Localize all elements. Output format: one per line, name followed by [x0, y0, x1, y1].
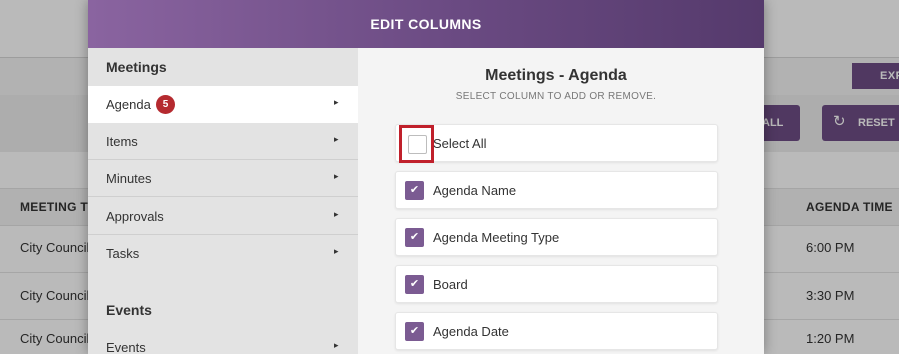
column-selector-panel: Meetings - Agenda SELECT COLUMN TO ADD O…: [358, 48, 764, 354]
sidebar-item-events[interactable]: Events ▸: [88, 329, 358, 354]
sidebar-item-agenda[interactable]: Agenda 5 ▸: [88, 86, 358, 123]
chevron-right-icon: ▸: [334, 246, 339, 256]
sidebar-item-label: Approvals: [106, 209, 164, 224]
column-option-board[interactable]: ✔ Board: [395, 265, 718, 303]
sidebar-item-label: Agenda: [106, 97, 151, 112]
column-option-agenda-name[interactable]: ✔ Agenda Name: [395, 171, 718, 209]
option-label: Agenda Date: [433, 324, 509, 339]
chevron-right-icon: ▸: [334, 134, 339, 144]
panel-subtitle: SELECT COLUMN TO ADD OR REMOVE.: [455, 91, 657, 102]
sidebar-item-tasks[interactable]: Tasks ▸: [88, 235, 358, 272]
option-label: Agenda Meeting Type: [433, 230, 560, 245]
sidebar-item-label: Minutes: [106, 171, 152, 186]
option-label: Select All: [433, 136, 487, 151]
checkbox-checked-icon[interactable]: ✔: [405, 322, 424, 341]
chevron-right-icon: ▸: [334, 340, 339, 350]
checkbox-checked-icon[interactable]: ✔: [405, 181, 424, 200]
sidebar-item-items[interactable]: Items ▸: [88, 123, 358, 160]
sidebar-item-approvals[interactable]: Approvals ▸: [88, 198, 358, 235]
chevron-right-icon: ▸: [334, 97, 339, 107]
highlight-frame: [399, 125, 434, 163]
modal-title: EDIT COLUMNS: [370, 16, 482, 32]
select-all-checkbox[interactable]: [408, 135, 427, 154]
category-sidebar: Meetings Agenda 5 ▸ Items ▸ Minutes ▸ Ap…: [88, 48, 358, 354]
sidebar-item-label: Tasks: [106, 246, 140, 261]
option-label: Board: [433, 277, 468, 292]
chevron-right-icon: ▸: [334, 209, 339, 219]
section-heading-events: Events: [106, 302, 152, 318]
select-all-option[interactable]: Select All: [395, 124, 718, 163]
modal-header: EDIT COLUMNS: [88, 0, 764, 48]
option-label: Agenda Name: [433, 183, 517, 198]
panel-title: Meetings - Agenda: [485, 67, 627, 84]
sidebar-item-label: Items: [106, 134, 138, 149]
column-option-agenda-meeting-type[interactable]: ✔ Agenda Meeting Type: [395, 218, 718, 256]
count-badge: 5: [156, 95, 175, 114]
sidebar-item-minutes[interactable]: Minutes ▸: [88, 160, 358, 197]
checkbox-checked-icon[interactable]: ✔: [405, 275, 424, 294]
chevron-right-icon: ▸: [334, 171, 339, 181]
edit-columns-modal: EDIT COLUMNS Meetings Agenda 5 ▸ Items ▸…: [88, 0, 764, 354]
column-option-agenda-date[interactable]: ✔ Agenda Date: [395, 312, 718, 350]
section-heading-meetings: Meetings: [106, 59, 167, 75]
checkbox-checked-icon[interactable]: ✔: [405, 228, 424, 247]
sidebar-item-label: Events: [106, 340, 146, 354]
